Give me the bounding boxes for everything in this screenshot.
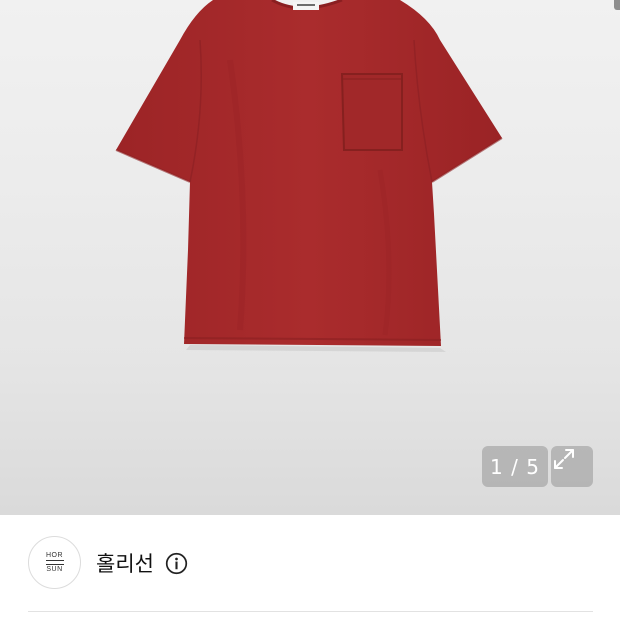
expand-image-button[interactable]: [551, 446, 593, 487]
brand-logo-bar: [45, 560, 64, 565]
brand-row[interactable]: HOR SUN 홀리선: [0, 515, 620, 620]
product-detail-screen: 1 / 5 HOR SUN 홀리선: [0, 0, 620, 620]
scroll-indicator: [614, 0, 620, 10]
brand-logo-bottom: SUN: [46, 566, 63, 573]
brand-name[interactable]: 홀리선: [96, 548, 154, 578]
brand-logo-top: HOR: [45, 552, 64, 559]
info-icon[interactable]: [165, 552, 188, 575]
section-divider: [28, 611, 593, 612]
image-counter: 1 / 5: [482, 446, 548, 487]
chest-pocket: [340, 73, 403, 151]
tshirt-body: [116, 0, 502, 346]
expand-arrows-icon: [554, 449, 574, 469]
product-photo: [115, 0, 503, 352]
brand-logo[interactable]: HOR SUN: [28, 536, 81, 589]
product-image-gallery[interactable]: 1 / 5: [0, 0, 620, 515]
